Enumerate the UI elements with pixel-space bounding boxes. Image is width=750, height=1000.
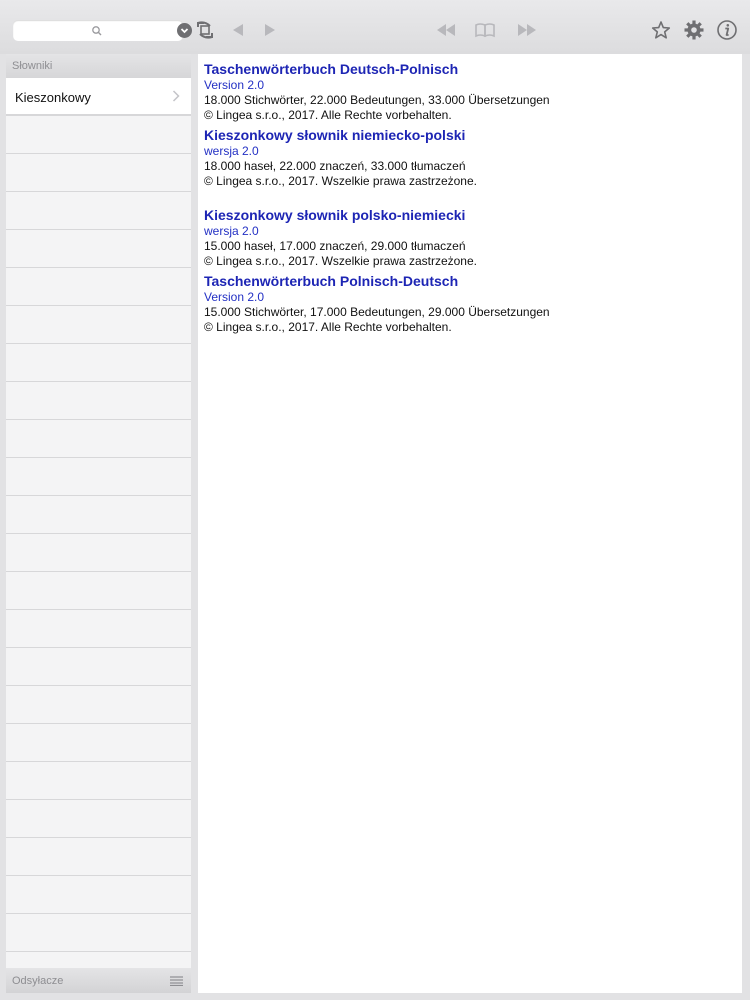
next-entry-button[interactable] xyxy=(515,18,539,42)
dictionary-entry: Taschenwörterbuch Polnisch-Deutsch Versi… xyxy=(204,273,736,335)
dictionary-copyright: © Lingea s.r.o., 2017. Alle Rechte vorbe… xyxy=(204,108,452,122)
dictionary-copyright: © Lingea s.r.o., 2017. Wszelkie prawa za… xyxy=(204,174,477,188)
search-dropdown-button[interactable] xyxy=(177,23,192,38)
previous-entry-button[interactable] xyxy=(434,18,458,42)
back-button[interactable] xyxy=(226,18,250,42)
dictionary-version: Version 2.0 xyxy=(204,290,265,304)
dictionary-stats: 18.000 haseł, 22.000 znaczeń, 33.000 tłu… xyxy=(204,159,466,173)
sync-button[interactable] xyxy=(193,18,217,42)
chevron-down-icon xyxy=(180,28,189,34)
chevron-right-icon xyxy=(172,90,180,102)
info-icon xyxy=(717,20,737,40)
arrow-left-icon xyxy=(233,24,243,36)
cross-references-label: Odsyłacze xyxy=(12,975,64,987)
gear-icon xyxy=(684,20,704,40)
rewind-icon xyxy=(437,24,455,36)
forward-button[interactable] xyxy=(258,18,282,42)
dictionary-list: Kieszonkowy xyxy=(6,78,191,968)
dictionary-stats: 18.000 Stichwörter, 22.000 Bedeutungen, … xyxy=(204,93,550,107)
dictionary-stats: 15.000 Stichwörter, 17.000 Bedeutungen, … xyxy=(204,305,550,319)
dictionary-title-link[interactable]: Kieszonkowy słownik niemiecko-polski xyxy=(204,127,736,144)
sidebar: Słowniki Kieszonkowy Odsyłacze xyxy=(6,54,191,993)
dictionary-copyright: © Lingea s.r.o., 2017. Alle Rechte vorbe… xyxy=(204,320,452,334)
sidebar-header: Słowniki xyxy=(6,54,191,78)
dictionary-stats: 15.000 haseł, 17.000 znaczeń, 29.000 tłu… xyxy=(204,239,466,253)
book-icon xyxy=(475,23,495,38)
dictionary-version: wersja 2.0 xyxy=(204,224,259,238)
dictionary-title-link[interactable]: Taschenwörterbuch Deutsch-Polnisch xyxy=(204,61,736,78)
search-icon xyxy=(92,26,102,36)
dictionary-title-link[interactable]: Taschenwörterbuch Polnisch-Deutsch xyxy=(204,273,736,290)
list-icon[interactable] xyxy=(170,976,183,986)
sidebar-footer: Odsyłacze xyxy=(6,968,191,993)
dictionary-info-panel: Taschenwörterbuch Deutsch-Polnisch Versi… xyxy=(198,54,742,993)
search-input[interactable] xyxy=(19,22,159,39)
sidebar-item-label: Kieszonkowy xyxy=(15,90,91,105)
dictionary-version: Version 2.0 xyxy=(204,78,265,92)
dictionary-version: wersja 2.0 xyxy=(204,144,259,158)
sync-icon xyxy=(197,21,213,39)
dictionary-title-link[interactable]: Kieszonkowy słownik polsko-niemiecki xyxy=(204,207,736,224)
book-button[interactable] xyxy=(473,18,497,42)
settings-button[interactable] xyxy=(682,18,706,42)
info-button[interactable] xyxy=(715,18,739,42)
favorite-button[interactable] xyxy=(649,18,673,42)
star-icon xyxy=(651,21,671,39)
dictionary-entry: Kieszonkowy słownik niemiecko-polski wer… xyxy=(204,127,736,189)
search-box[interactable] xyxy=(13,20,192,41)
dictionary-entry: Taschenwörterbuch Deutsch-Polnisch Versi… xyxy=(204,61,736,123)
sidebar-item-kieszonkowy[interactable]: Kieszonkowy xyxy=(6,78,191,115)
dictionary-copyright: © Lingea s.r.o., 2017. Wszelkie prawa za… xyxy=(204,254,477,268)
toolbar xyxy=(0,0,750,54)
dictionary-entry: Kieszonkowy słownik polsko-niemiecki wer… xyxy=(204,207,736,269)
fast-forward-icon xyxy=(518,24,536,36)
arrow-right-icon xyxy=(265,24,275,36)
